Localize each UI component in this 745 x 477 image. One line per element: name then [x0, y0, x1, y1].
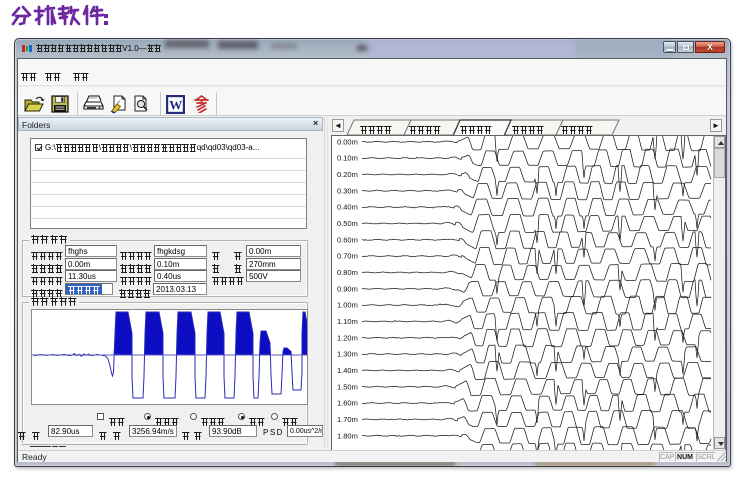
svg-text:0.00m: 0.00m [337, 137, 358, 146]
svg-text:0.60m: 0.60m [337, 235, 358, 244]
svg-text:1.00m: 1.00m [337, 301, 358, 310]
svg-text:1.60m: 1.60m [337, 399, 358, 408]
svg-text:W: W [169, 98, 182, 113]
svg-text:1.80m: 1.80m [337, 431, 358, 440]
svg-text:1.40m: 1.40m [337, 366, 358, 375]
svg-text:1.70m: 1.70m [337, 415, 358, 424]
svg-text:1.30m: 1.30m [337, 350, 358, 359]
svg-text:0.70m: 0.70m [337, 252, 358, 261]
svg-text:0.10m: 0.10m [337, 154, 358, 163]
svg-text:1.10m: 1.10m [337, 317, 358, 326]
svg-text:0.30m: 0.30m [337, 186, 358, 195]
svg-text:1.20m: 1.20m [337, 333, 358, 342]
svg-text:0.20m: 0.20m [337, 170, 358, 179]
svg-text:0.90m: 0.90m [337, 284, 358, 293]
svg-text:0.40m: 0.40m [337, 203, 358, 212]
svg-text:1.50m: 1.50m [337, 382, 358, 391]
svg-text:0.80m: 0.80m [337, 268, 358, 277]
svg-text:0.50m: 0.50m [337, 219, 358, 228]
